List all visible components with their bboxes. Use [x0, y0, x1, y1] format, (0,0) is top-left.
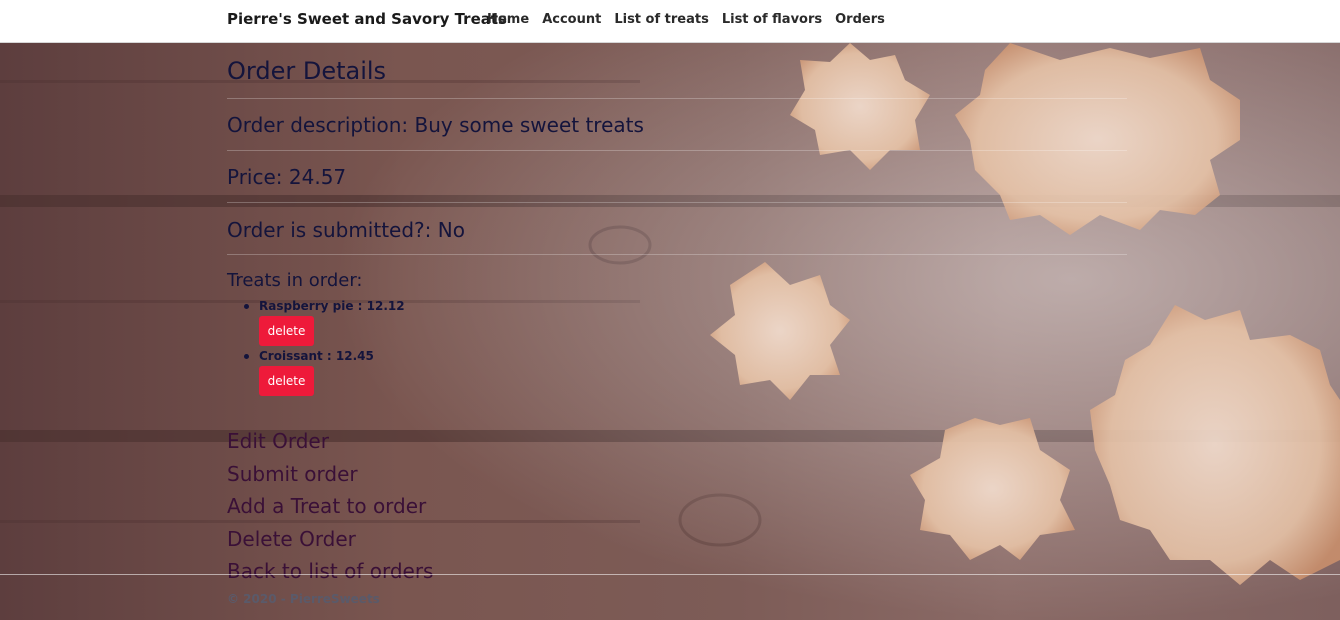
order-description: Order description: Buy some sweet treats: [227, 113, 644, 137]
page-title: Order Details: [227, 57, 387, 85]
treat-label: Raspberry pie : 12.12: [259, 299, 405, 313]
submit-order-link[interactable]: Submit order: [227, 458, 433, 491]
treat-label: Croissant : 12.45: [259, 349, 374, 363]
nav-links: Home Account List of treats List of flav…: [487, 12, 885, 27]
brand-link[interactable]: Pierre's Sweet and Savory Treats: [227, 10, 507, 28]
top-navbar: Pierre's Sweet and Savory Treats Home Ac…: [0, 0, 1340, 43]
delete-order-link[interactable]: Delete Order: [227, 523, 433, 556]
order-actions: Edit Order Submit order Add a Treat to o…: [227, 425, 433, 588]
nav-flavors-link[interactable]: List of flavors: [722, 12, 822, 27]
nav-home-link[interactable]: Home: [487, 12, 529, 27]
order-submitted-status: Order is submitted?: No: [227, 218, 465, 242]
footer-copyright: © 2020 - PierreSweets: [227, 592, 380, 606]
order-price: Price: 24.57: [227, 165, 347, 189]
bullet-icon: [244, 354, 249, 359]
bullet-icon: [244, 304, 249, 309]
treats-heading: Treats in order:: [227, 270, 363, 291]
background-image: [0, 0, 1340, 620]
edit-order-link[interactable]: Edit Order: [227, 425, 433, 458]
back-to-orders-link[interactable]: Back to list of orders: [227, 555, 433, 588]
nav-account-link[interactable]: Account: [542, 12, 601, 27]
nav-orders-link[interactable]: Orders: [835, 12, 885, 27]
treats-list: Raspberry pie : 12.12 delete Croissant :…: [244, 299, 405, 399]
delete-treat-button[interactable]: delete: [259, 316, 314, 346]
footer-divider: [0, 574, 1340, 575]
list-item: Raspberry pie : 12.12 delete: [244, 299, 405, 346]
list-item: Croissant : 12.45 delete: [244, 349, 405, 396]
nav-treats-link[interactable]: List of treats: [614, 12, 709, 27]
add-treat-link[interactable]: Add a Treat to order: [227, 490, 433, 523]
delete-treat-button[interactable]: delete: [259, 366, 314, 396]
